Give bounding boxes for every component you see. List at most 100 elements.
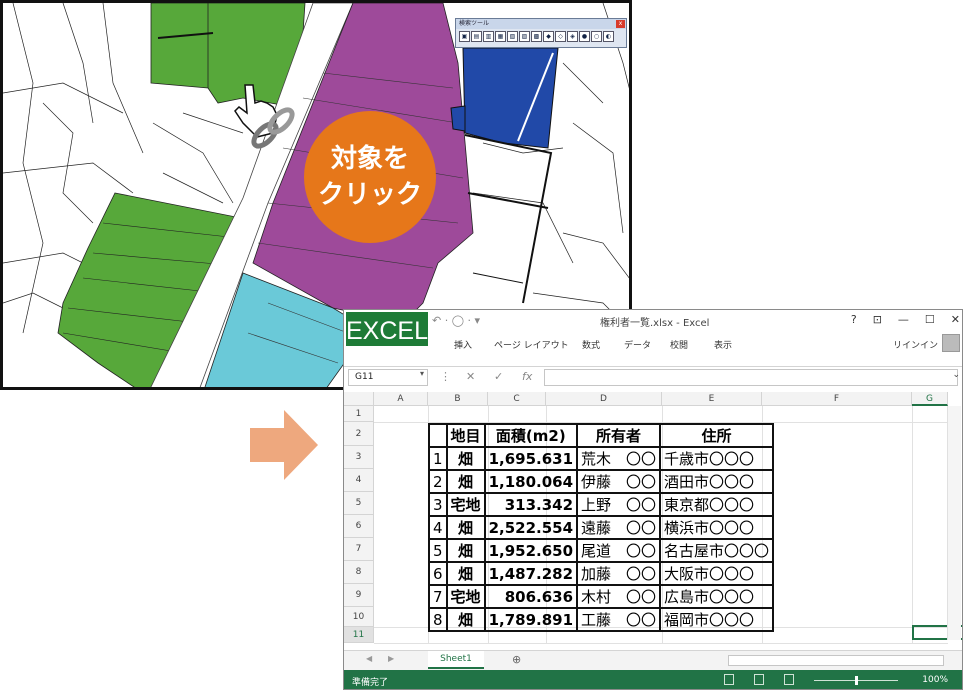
row-header[interactable]: 7: [344, 538, 374, 561]
row-header[interactable]: 4: [344, 469, 374, 492]
sheet-tab[interactable]: Sheet1: [428, 651, 484, 669]
cell-no[interactable]: 6: [428, 561, 448, 586]
cell-type[interactable]: 畑: [445, 607, 486, 632]
column-header[interactable]: E: [662, 392, 762, 406]
row-header[interactable]: 8: [344, 561, 374, 584]
column-header[interactable]: G: [912, 392, 948, 406]
cell-address[interactable]: 大阪市〇〇〇: [659, 561, 775, 586]
cell-owner[interactable]: 上野 〇〇: [576, 492, 662, 517]
row-header[interactable]: 6: [344, 515, 374, 538]
cell-type[interactable]: 畑: [445, 446, 486, 471]
column-header[interactable]: F: [762, 392, 912, 406]
tool-button[interactable]: ▣: [459, 31, 470, 42]
minimize-icon[interactable]: —: [898, 313, 909, 326]
maximize-icon[interactable]: ☐: [925, 313, 935, 326]
formula-input[interactable]: [544, 369, 958, 386]
cell-owner[interactable]: 加藤 〇〇: [576, 561, 662, 586]
row-header[interactable]: 10: [344, 607, 374, 627]
cell-address[interactable]: 東京都〇〇〇: [659, 492, 775, 517]
cell-type[interactable]: 宅地: [445, 584, 486, 609]
tool-button[interactable]: ◐: [603, 31, 614, 42]
tool-button[interactable]: ▩: [531, 31, 542, 42]
cell-area[interactable]: 806.636: [483, 584, 579, 609]
normal-view-icon[interactable]: [724, 674, 734, 685]
tool-button[interactable]: ◇: [555, 31, 566, 42]
chevron-down-icon[interactable]: ▾: [420, 369, 424, 378]
cell-owner[interactable]: 木村 〇〇: [576, 584, 662, 609]
close-icon[interactable]: ✕: [951, 313, 960, 326]
header-cell[interactable]: 所有者: [576, 423, 662, 448]
cell-area[interactable]: 1,789.891: [483, 607, 579, 632]
help-icon[interactable]: ?: [851, 313, 857, 326]
tab-formulas[interactable]: 数式: [582, 338, 600, 351]
cell-no[interactable]: 2: [428, 469, 448, 494]
cell-owner[interactable]: 尾道 〇〇: [576, 538, 662, 563]
cell-address[interactable]: 福岡市〇〇〇: [659, 607, 775, 632]
cell-owner[interactable]: 工藤 〇〇: [576, 607, 662, 632]
cell-type[interactable]: 畑: [445, 561, 486, 586]
tool-button[interactable]: ▤: [471, 31, 482, 42]
cell-no[interactable]: 1: [428, 446, 448, 471]
blue-parcel[interactable]: [462, 47, 559, 149]
page-layout-view-icon[interactable]: [754, 674, 764, 685]
horizontal-scrollbar[interactable]: [728, 655, 944, 666]
cell-owner[interactable]: 遠藤 〇〇: [576, 515, 662, 540]
row-header[interactable]: 5: [344, 492, 374, 515]
tool-button[interactable]: ▧: [507, 31, 518, 42]
tool-button[interactable]: ▥: [483, 31, 494, 42]
header-cell[interactable]: 住所: [659, 423, 775, 448]
cell-type[interactable]: 畑: [445, 538, 486, 563]
next-sheet-icon[interactable]: ▶: [388, 654, 394, 663]
cell-owner[interactable]: 伊藤 〇〇: [576, 469, 662, 494]
cell-area[interactable]: 1,487.282: [483, 561, 579, 586]
zoom-slider-thumb[interactable]: [855, 676, 858, 685]
page-break-view-icon[interactable]: [784, 674, 794, 685]
tab-page-layout[interactable]: ページ レイアウト: [494, 338, 569, 351]
cell-type[interactable]: 畑: [445, 469, 486, 494]
row-header[interactable]: 3: [344, 446, 374, 469]
cell-no[interactable]: 4: [428, 515, 448, 540]
zoom-level[interactable]: 100%: [922, 675, 948, 685]
chevron-down-icon[interactable]: ⌄: [952, 370, 960, 380]
prev-sheet-icon[interactable]: ◀: [366, 654, 372, 663]
undo-redo-icon[interactable]: ↶ · ◯ · ▾: [432, 314, 480, 327]
header-cell[interactable]: 地目: [445, 423, 486, 448]
tab-insert[interactable]: 挿入: [454, 338, 472, 351]
vertical-scrollbar[interactable]: [947, 406, 961, 640]
close-icon[interactable]: x: [616, 20, 625, 28]
cell-area[interactable]: 1,180.064: [483, 469, 579, 494]
tool-button[interactable]: ○: [591, 31, 602, 42]
cell-no[interactable]: 8: [428, 607, 448, 632]
ribbon-display-icon[interactable]: ⊡: [873, 313, 882, 326]
tool-button[interactable]: ◆: [543, 31, 554, 42]
select-all-corner[interactable]: [344, 392, 374, 406]
cell-address[interactable]: 酒田市〇〇〇: [659, 469, 775, 494]
tab-review[interactable]: 校閲: [670, 338, 688, 351]
tool-button[interactable]: ▦: [495, 31, 506, 42]
cell-address[interactable]: 横浜市〇〇〇: [659, 515, 775, 540]
cell-area[interactable]: 1,952.650: [483, 538, 579, 563]
tab-view[interactable]: 表示: [714, 338, 732, 351]
tool-button[interactable]: ▨: [519, 31, 530, 42]
add-sheet-icon[interactable]: ⊕: [512, 653, 521, 666]
column-header[interactable]: B: [428, 392, 488, 406]
cell-area[interactable]: 1,695.631: [483, 446, 579, 471]
row-header[interactable]: 1: [344, 406, 374, 422]
cell-no[interactable]: 5: [428, 538, 448, 563]
user-name[interactable]: リインイン: [893, 338, 938, 351]
column-header[interactable]: A: [374, 392, 428, 406]
tool-button[interactable]: ◈: [567, 31, 578, 42]
cancel-icon[interactable]: ✕: [466, 370, 475, 383]
cell-area[interactable]: 2,522.554: [483, 515, 579, 540]
column-header[interactable]: C: [488, 392, 546, 406]
header-cell[interactable]: [428, 423, 448, 448]
header-cell[interactable]: 面積(m2): [483, 423, 579, 448]
tab-data[interactable]: データ: [624, 338, 651, 351]
enter-icon[interactable]: ✓: [494, 370, 503, 383]
cell-owner[interactable]: 荒木 〇〇: [576, 446, 662, 471]
cell-address[interactable]: 名古屋市〇〇〇: [659, 538, 775, 563]
cell-address[interactable]: 千歳市〇〇〇: [659, 446, 775, 471]
tool-button[interactable]: ●: [579, 31, 590, 42]
column-header[interactable]: D: [546, 392, 662, 406]
name-box[interactable]: G11: [348, 369, 428, 386]
